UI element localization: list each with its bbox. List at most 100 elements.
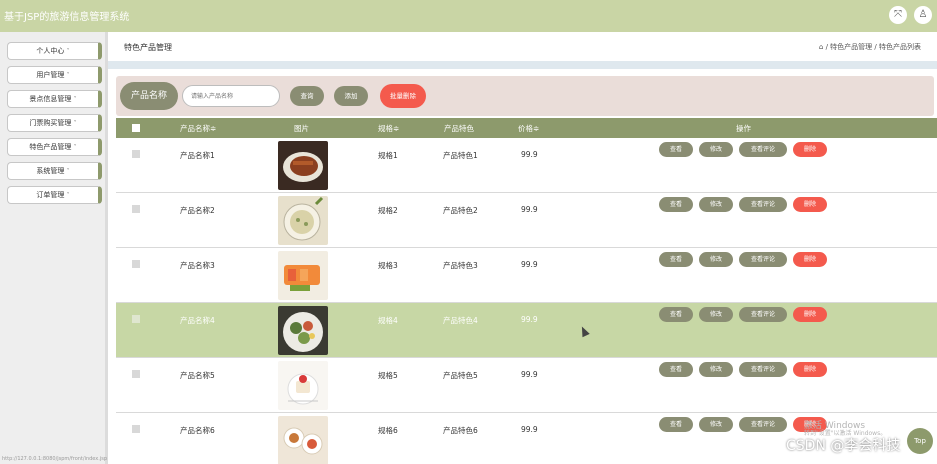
column-header-price[interactable]: 价格≑ [518, 123, 539, 134]
select-all-checkbox[interactable] [132, 124, 140, 132]
breadcrumb-item-current: 特色产品列表 [879, 43, 921, 51]
product-table: 产品名称≑ 图片 规格≑ 产品特色 价格≑ 操作 产品名称1 规格1 产品特色1… [116, 118, 937, 464]
product-name: 产品名称6 [180, 426, 215, 435]
sidebar-item-users[interactable]: 用户管理 ˅ [7, 66, 102, 84]
top-bar: 基于JSP的旅游信息管理系统 ⤧ ♙ [0, 0, 937, 32]
sidebar-item-orders[interactable]: 订单管理 ˅ [7, 186, 102, 204]
edit-button[interactable]: 修改 [699, 307, 733, 322]
row-checkbox[interactable] [132, 425, 140, 433]
product-spec: 规格6 [378, 426, 398, 435]
product-name: 产品名称5 [180, 371, 215, 380]
fullscreen-icon[interactable]: ⤧ [889, 6, 907, 24]
row-checkbox[interactable] [132, 205, 140, 213]
view-button[interactable]: 查看 [659, 417, 693, 432]
table-row[interactable]: 产品名称4 规格4 产品特色4 99.9 查看 修改 查看评论 删除 [116, 303, 937, 358]
delete-button[interactable]: 删除 [793, 252, 827, 267]
user-icon[interactable]: ♙ [914, 6, 932, 24]
table-row[interactable]: 产品名称5 规格5 产品特色5 99.9 查看 修改 查看评论 删除 [116, 358, 937, 413]
sidebar-item-label: 系统管理 [36, 167, 65, 175]
sidebar-item-label: 特色产品管理 [29, 143, 72, 151]
sidebar-item-label: 景点信息管理 [29, 95, 72, 103]
column-header-image: 图片 [294, 124, 309, 133]
product-image [278, 196, 328, 245]
add-button[interactable]: 添加 [334, 86, 368, 106]
table-row[interactable]: 产品名称1 规格1 产品特色1 99.9 查看 修改 查看评论 删除 [116, 138, 937, 193]
column-header-name[interactable]: 产品名称≑ [180, 123, 216, 134]
batch-delete-button[interactable]: 批量删除 [380, 84, 426, 108]
main-content: 特色产品管理 ⌂ / 特色产品管理 / 特色产品列表 产品名称 查询 添加 批量… [108, 32, 937, 464]
back-to-top-button[interactable]: Top [907, 428, 933, 454]
chevron-down-icon: ˅ [73, 96, 77, 103]
sidebar-item-label: 用户管理 [36, 71, 65, 79]
home-icon[interactable]: ⌂ [819, 43, 823, 51]
sidebar-item-scenic-spots[interactable]: 景点信息管理 ˅ [7, 90, 102, 108]
breadcrumb-item[interactable]: 特色产品管理 [830, 43, 872, 51]
column-header-actions: 操作 [736, 124, 751, 133]
delete-button[interactable]: 删除 [793, 362, 827, 377]
view-reviews-button[interactable]: 查看评论 [739, 142, 787, 157]
row-checkbox[interactable] [132, 370, 140, 378]
view-button[interactable]: 查看 [659, 142, 693, 157]
product-price: 99.9 [521, 205, 538, 214]
sidebar-item-tickets[interactable]: 门票购买管理 ˅ [7, 114, 102, 132]
sidebar: 个人中心 ˅ 用户管理 ˅ 景点信息管理 ˅ 门票购买管理 ˅ 特色产品管理 ˅… [0, 32, 108, 464]
search-label: 产品名称 [120, 82, 178, 110]
product-image [278, 361, 328, 410]
product-name: 产品名称4 [180, 316, 215, 325]
row-checkbox[interactable] [132, 260, 140, 268]
sidebar-item-label: 门票购买管理 [29, 119, 72, 127]
csdn-watermark: CSDN @李会科技 [786, 438, 901, 454]
product-name: 产品名称1 [180, 151, 215, 160]
sidebar-item-special-products[interactable]: 特色产品管理 ˅ [7, 138, 102, 156]
view-reviews-button[interactable]: 查看评论 [739, 362, 787, 377]
chevron-down-icon: ˅ [66, 192, 70, 199]
sidebar-item-label: 订单管理 [36, 191, 65, 199]
product-spec: 规格1 [378, 151, 398, 160]
delete-button[interactable]: 删除 [793, 307, 827, 322]
view-reviews-button[interactable]: 查看评论 [739, 417, 787, 432]
product-name: 产品名称2 [180, 206, 215, 215]
view-button[interactable]: 查看 [659, 307, 693, 322]
table-row[interactable]: 产品名称2 规格2 产品特色2 99.9 查看 修改 查看评论 删除 [116, 193, 937, 248]
search-input[interactable] [182, 85, 280, 107]
edit-button[interactable]: 修改 [699, 142, 733, 157]
sidebar-item-personal-center[interactable]: 个人中心 ˅ [7, 42, 102, 60]
product-feature: 产品特色1 [443, 151, 478, 160]
chevron-down-icon: ˅ [66, 48, 70, 55]
chevron-down-icon: ˅ [66, 72, 70, 79]
product-spec: 规格5 [378, 371, 398, 380]
table-row[interactable]: 产品名称3 规格3 产品特色3 99.9 查看 修改 查看评论 删除 [116, 248, 937, 303]
divider [108, 61, 937, 69]
view-reviews-button[interactable]: 查看评论 [739, 307, 787, 322]
row-checkbox[interactable] [132, 150, 140, 158]
edit-button[interactable]: 修改 [699, 197, 733, 212]
product-image [278, 416, 328, 464]
view-button[interactable]: 查看 [659, 252, 693, 267]
edit-button[interactable]: 修改 [699, 252, 733, 267]
product-spec: 规格3 [378, 261, 398, 270]
view-reviews-button[interactable]: 查看评论 [739, 252, 787, 267]
view-button[interactable]: 查看 [659, 197, 693, 212]
product-feature: 产品特色2 [443, 206, 478, 215]
view-reviews-button[interactable]: 查看评论 [739, 197, 787, 212]
edit-button[interactable]: 修改 [699, 362, 733, 377]
column-header-spec[interactable]: 规格≑ [378, 123, 399, 134]
edit-button[interactable]: 修改 [699, 417, 733, 432]
sidebar-item-system[interactable]: 系统管理 ˅ [7, 162, 102, 180]
chevron-down-icon: ˅ [73, 144, 77, 151]
breadcrumb-separator: / [825, 43, 828, 51]
product-name: 产品名称3 [180, 261, 215, 270]
query-button[interactable]: 查询 [290, 86, 324, 106]
product-feature: 产品特色3 [443, 261, 478, 270]
product-price: 99.9 [521, 260, 538, 269]
product-feature: 产品特色6 [443, 426, 478, 435]
delete-button[interactable]: 删除 [793, 197, 827, 212]
row-checkbox[interactable] [132, 315, 140, 323]
delete-button[interactable]: 删除 [793, 142, 827, 157]
product-image [278, 141, 328, 190]
product-price: 99.9 [521, 370, 538, 379]
product-feature: 产品特色5 [443, 371, 478, 380]
view-button[interactable]: 查看 [659, 362, 693, 377]
product-image [278, 306, 328, 355]
chevron-down-icon: ˅ [73, 120, 77, 127]
